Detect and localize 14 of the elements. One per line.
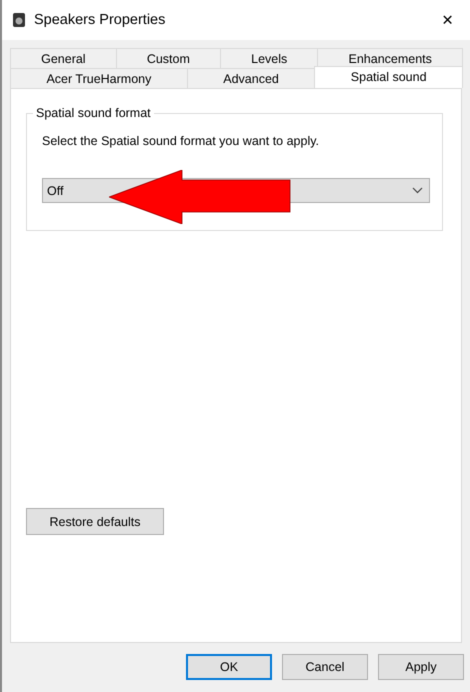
tab[interactable]: Spatial sound <box>314 66 463 88</box>
tab[interactable]: Enhancements <box>317 48 464 68</box>
group-title: Spatial sound format <box>33 106 154 120</box>
dialog-button[interactable]: Apply <box>378 654 464 680</box>
window-title: Speakers Properties <box>34 12 166 28</box>
dialog-button[interactable]: OK <box>186 654 272 680</box>
chevron-down-icon <box>412 187 423 194</box>
tab[interactable]: Acer TrueHarmony <box>10 68 188 88</box>
restore-defaults-button[interactable]: Restore defaults <box>26 508 164 535</box>
speaker-icon <box>12 12 26 28</box>
instruction-text: Select the Spatial sound format you want to apply. <box>42 134 320 148</box>
tab[interactable]: General <box>10 48 117 68</box>
dialog-button[interactable]: Cancel <box>282 654 368 680</box>
close-button[interactable]: ✕ <box>438 12 458 28</box>
